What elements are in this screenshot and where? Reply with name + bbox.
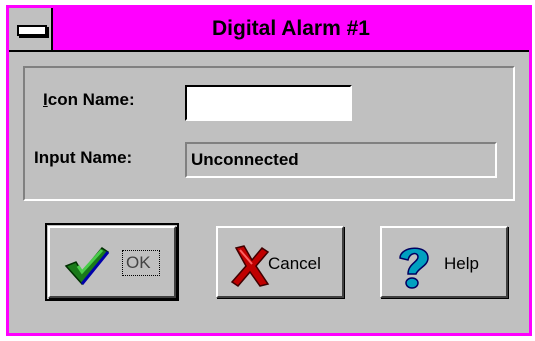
x-icon (230, 245, 270, 287)
ok-button[interactable]: OK (45, 223, 179, 301)
system-menu-button[interactable] (9, 8, 53, 50)
icon-name-label-rest: con Name: (47, 90, 135, 109)
system-menu-icon (17, 25, 47, 36)
ok-button-label: OK (126, 253, 151, 272)
input-name-field: Unconnected (185, 142, 497, 178)
help-button[interactable]: Help (380, 226, 508, 298)
dialog-window: Digital Alarm #1 Icon Name: Input Name: … (6, 5, 532, 336)
icon-name-label: Icon Name: (43, 90, 135, 110)
cancel-button-label: Cancel (268, 254, 321, 273)
window-title: Digital Alarm #1 (212, 17, 370, 40)
check-icon (64, 247, 110, 286)
question-icon (399, 247, 429, 289)
cancel-button[interactable]: Cancel (216, 226, 344, 298)
fields-group: Icon Name: Input Name: Unconnected (23, 66, 515, 201)
title-bar[interactable]: Digital Alarm #1 (9, 8, 529, 52)
help-button-label: Help (444, 254, 479, 273)
icon-name-input[interactable] (185, 85, 352, 121)
input-name-label: Input Name: (34, 148, 133, 167)
